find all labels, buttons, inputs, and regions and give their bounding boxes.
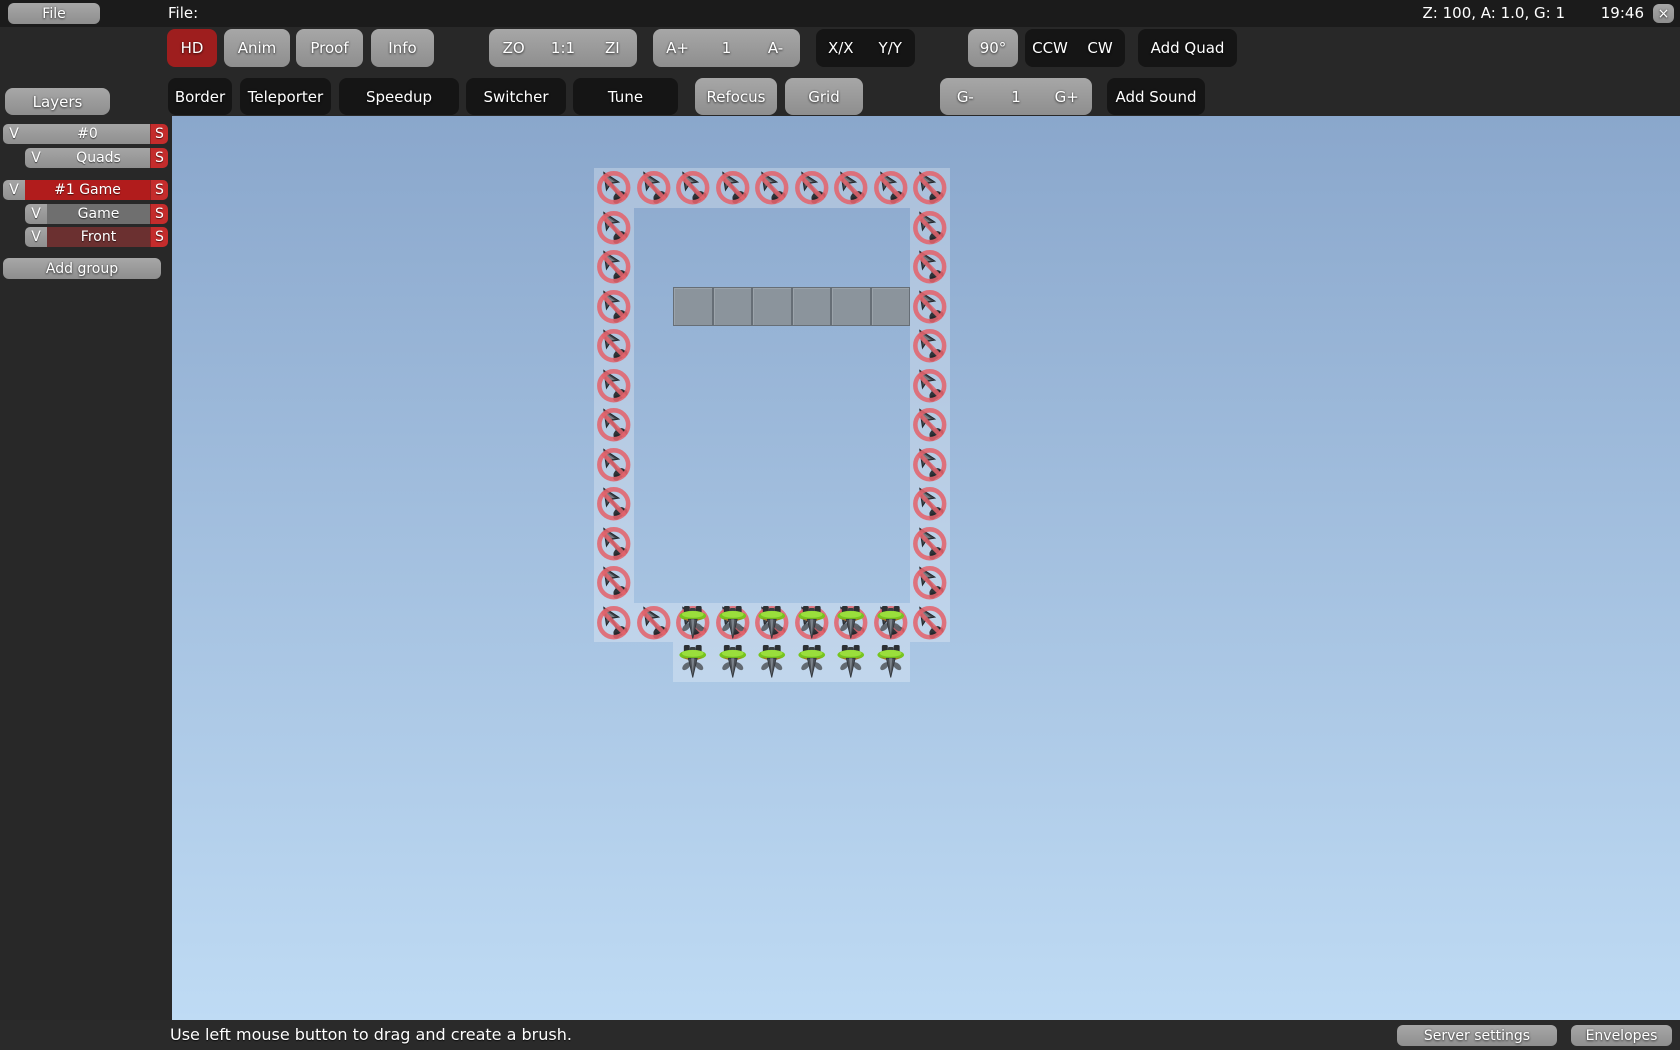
- visibility-toggle[interactable]: V: [3, 124, 25, 144]
- envelopes-button[interactable]: Envelopes: [1571, 1025, 1672, 1046]
- layer-row--1-game[interactable]: V #1 Game S: [3, 180, 168, 200]
- grid-size-group: G- 1 G+: [940, 78, 1092, 115]
- layer-label[interactable]: Quads: [47, 148, 150, 168]
- statusbar: Use left mouse button to drag and create…: [0, 1020, 1680, 1050]
- clock-label: 19:46: [1600, 4, 1644, 22]
- anim-speed-group: A+ 1 A-: [653, 29, 800, 67]
- add-quad-button[interactable]: Add Quad: [1138, 29, 1237, 67]
- save-toggle[interactable]: S: [150, 148, 168, 168]
- close-button[interactable]: ×: [1653, 4, 1674, 23]
- layer-row-front[interactable]: V Front S: [25, 227, 168, 247]
- save-toggle[interactable]: S: [150, 227, 168, 247]
- anim-speed-minus-button[interactable]: A-: [751, 29, 800, 67]
- layer-row-quads[interactable]: V Quads S: [25, 148, 168, 168]
- anim-speed-plus-button[interactable]: A+: [653, 29, 702, 67]
- rotate-button-group: CCW CW: [1025, 29, 1125, 67]
- proof-toggle-button[interactable]: Proof: [296, 29, 363, 67]
- visibility-toggle[interactable]: V: [25, 227, 47, 247]
- visibility-toggle[interactable]: V: [25, 148, 47, 168]
- add-sound-button[interactable]: Add Sound: [1107, 78, 1205, 115]
- teleporter-button[interactable]: Teleporter: [240, 78, 331, 115]
- layer-label[interactable]: #1 Game: [25, 180, 150, 200]
- visibility-toggle[interactable]: V: [25, 204, 47, 224]
- file-menu-button[interactable]: File: [8, 3, 100, 24]
- zoom-button-group: ZO 1:1 ZI: [489, 29, 637, 67]
- statusbar-hint: Use left mouse button to drag and create…: [170, 1025, 572, 1044]
- save-toggle[interactable]: S: [150, 180, 168, 200]
- zoom-reset-button[interactable]: 1:1: [538, 29, 587, 67]
- layer-label[interactable]: Front: [47, 227, 150, 247]
- layer-row-game[interactable]: V Game S: [25, 204, 168, 224]
- grid-plus-button[interactable]: G+: [1041, 78, 1092, 115]
- speedup-button[interactable]: Speedup: [339, 78, 459, 115]
- server-settings-button[interactable]: Server settings: [1397, 1025, 1557, 1046]
- map-canvas[interactable]: [172, 116, 1680, 1020]
- zoom-out-button[interactable]: ZO: [489, 29, 538, 67]
- zoom-in-button[interactable]: ZI: [588, 29, 637, 67]
- tune-button[interactable]: Tune: [573, 78, 678, 115]
- anim-toggle-button[interactable]: Anim: [224, 29, 290, 67]
- add-group-button[interactable]: Add group: [3, 258, 161, 279]
- switcher-button[interactable]: Switcher: [466, 78, 566, 115]
- grid-toggle-button[interactable]: Grid: [785, 78, 863, 115]
- layer-label[interactable]: #0: [25, 124, 150, 144]
- hd-toggle-button[interactable]: HD: [167, 29, 217, 67]
- rotate-ccw-button[interactable]: CCW: [1025, 29, 1075, 67]
- grid-size-value: 1: [1011, 87, 1021, 106]
- file-path-label: File:: [168, 4, 199, 22]
- flip-button-group: X/X Y/Y: [816, 29, 915, 67]
- save-toggle[interactable]: S: [150, 124, 168, 144]
- info-toggle-button[interactable]: Info: [371, 29, 434, 67]
- zoom-anim-grid-info: Z: 100, A: 1.0, G: 1: [1422, 4, 1565, 22]
- visibility-toggle[interactable]: V: [3, 180, 25, 200]
- refocus-button[interactable]: Refocus: [695, 78, 777, 115]
- rotate-cw-button[interactable]: CW: [1075, 29, 1125, 67]
- save-toggle[interactable]: S: [150, 204, 168, 224]
- layer-row--0[interactable]: V #0 S: [3, 124, 168, 144]
- flip-y-button[interactable]: Y/Y: [866, 29, 916, 67]
- layers-panel-title[interactable]: Layers: [5, 88, 110, 115]
- anim-speed-value: 1: [721, 39, 732, 57]
- flip-x-button[interactable]: X/X: [816, 29, 866, 67]
- border-button[interactable]: Border: [168, 78, 232, 115]
- grid-minus-button[interactable]: G-: [940, 78, 991, 115]
- rotate-amount-button[interactable]: 90°: [968, 29, 1018, 67]
- menubar: File File: Z: 100, A: 1.0, G: 1 19:46 ×: [0, 0, 1680, 27]
- layer-label[interactable]: Game: [47, 204, 150, 224]
